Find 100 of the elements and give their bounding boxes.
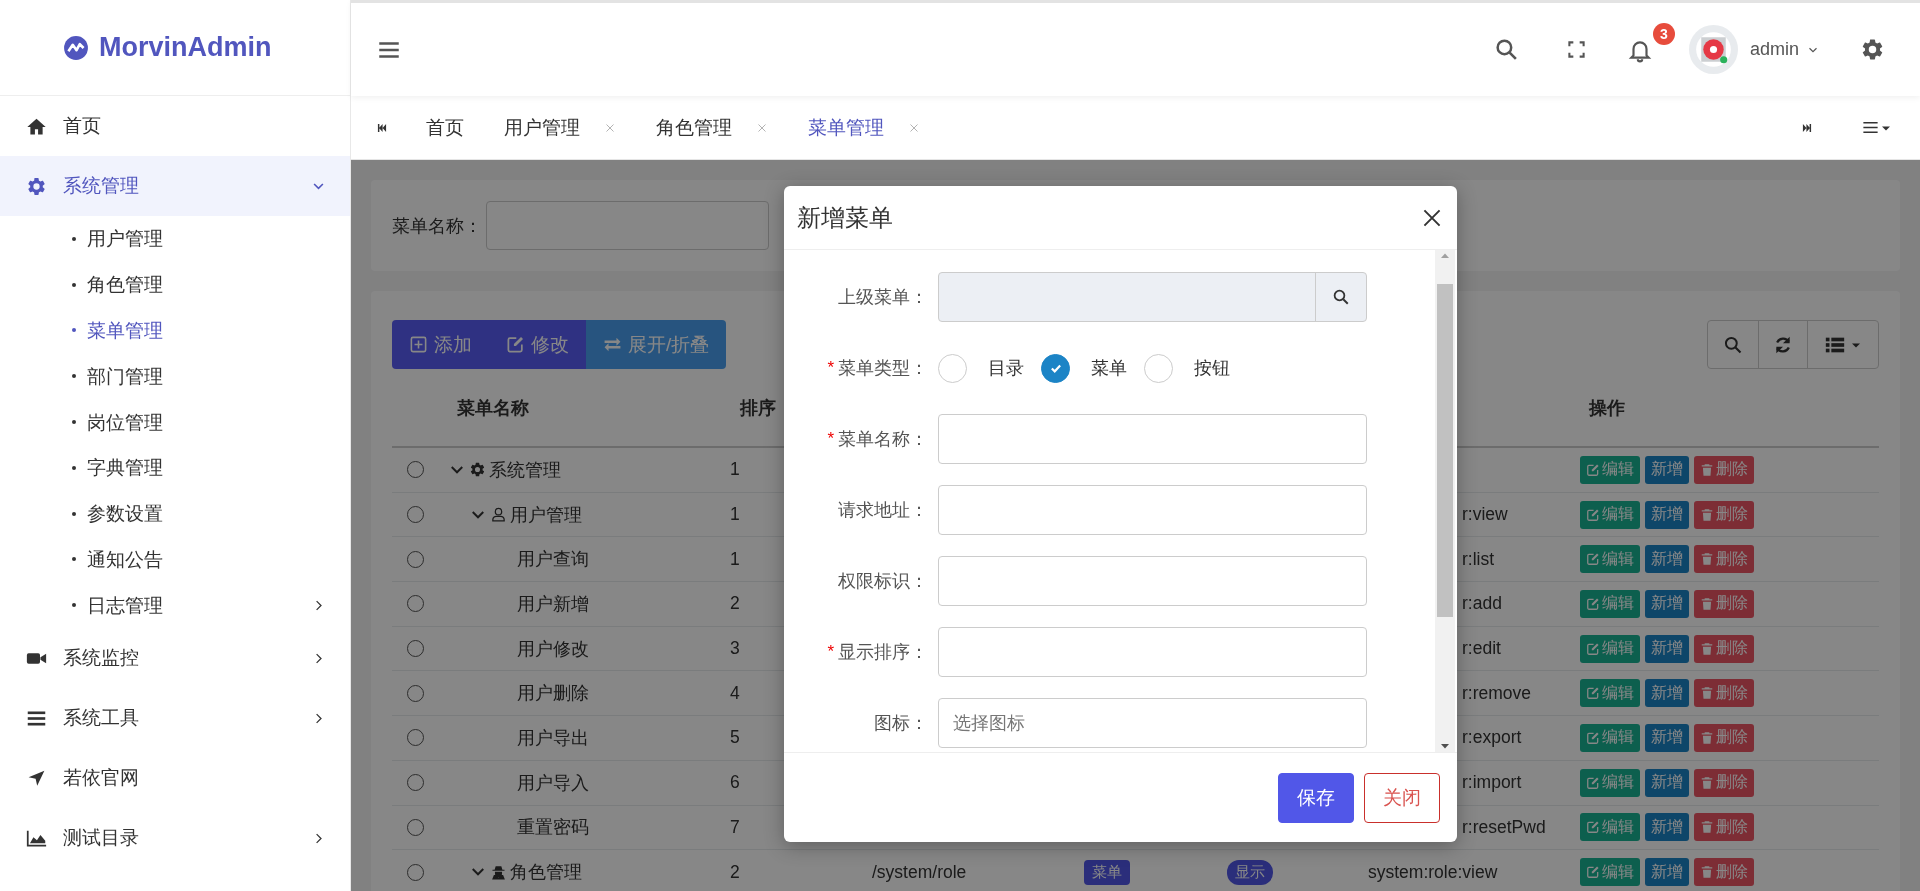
column-header: 操作: [1589, 396, 1625, 420]
add-button[interactable]: 新增: [1645, 589, 1689, 618]
add-button[interactable]: 新增: [1645, 858, 1689, 887]
delete-button[interactable]: 删除: [1694, 813, 1754, 842]
scrollbar[interactable]: [1435, 250, 1455, 752]
trash-icon: [1700, 507, 1714, 522]
delete-button[interactable]: 删除: [1694, 545, 1754, 574]
sidebar-subitem[interactable]: 日志管理: [0, 582, 350, 629]
sidebar-item[interactable]: 系统工具: [0, 688, 350, 749]
table-cell: r:list: [1462, 548, 1495, 570]
radio-button[interactable]: [407, 550, 424, 568]
app-title: MorvinAdmin: [99, 32, 272, 63]
radio-button[interactable]: [407, 774, 424, 792]
logo-icon: [63, 34, 89, 61]
sidebar-item[interactable]: 若依官网: [0, 748, 350, 809]
delete-button[interactable]: 删除: [1694, 723, 1754, 752]
gear-icon: [26, 175, 47, 197]
edit-button[interactable]: 编辑: [1580, 455, 1640, 484]
user-name[interactable]: admin: [1749, 39, 1799, 60]
table-cell: r:export: [1462, 727, 1522, 749]
sidebar-subitem[interactable]: 用户管理: [0, 216, 350, 262]
page-tab[interactable]: 首页: [406, 95, 484, 160]
add-button[interactable]: 新增: [1645, 768, 1689, 797]
sidebar-subitem[interactable]: 角色管理: [0, 261, 350, 308]
sidebar-subitem[interactable]: 菜单管理: [0, 307, 350, 354]
table-cell: r:resetPwd: [1462, 816, 1546, 838]
fullscreen-icon[interactable]: [1566, 40, 1586, 59]
sidebar-item[interactable]: 系统管理: [0, 156, 350, 216]
delete-button[interactable]: 删除: [1694, 679, 1754, 708]
page-tab[interactable]: 用户管理: [484, 95, 636, 160]
table-cell: 7: [730, 816, 740, 838]
search-icon: [1723, 334, 1743, 355]
sidebar-subitem[interactable]: 字典管理: [0, 445, 350, 491]
parent-menu-field[interactable]: [938, 272, 1367, 322]
table-cell: r:import: [1462, 772, 1522, 794]
sidebar-item[interactable]: 测试目录: [0, 808, 350, 869]
sidebar-item[interactable]: 系统监控: [0, 628, 350, 689]
delete-button[interactable]: 删除: [1694, 500, 1754, 529]
radio-button[interactable]: [407, 595, 424, 613]
sidebar-subitem[interactable]: 参数设置: [0, 490, 350, 537]
table-cell: 2: [730, 593, 740, 615]
edit-button[interactable]: 编辑: [1580, 813, 1640, 842]
edit-button[interactable]: 编辑: [1580, 679, 1640, 708]
close-button[interactable]: 关闭: [1364, 772, 1440, 823]
radio-button[interactable]: [407, 461, 424, 479]
page-tab[interactable]: 角色管理: [636, 95, 788, 160]
radio-button[interactable]: [407, 506, 424, 524]
input-field[interactable]: 选择图标: [938, 698, 1367, 748]
add-button[interactable]: 新增: [1645, 723, 1689, 752]
edit-button[interactable]: 编辑: [1580, 589, 1640, 618]
settings-icon[interactable]: [1860, 37, 1885, 62]
search-icon[interactable]: [1493, 37, 1519, 62]
table-cell: r:add: [1462, 593, 1502, 615]
sidebar-subitem[interactable]: 岗位管理: [0, 399, 350, 445]
radio-button[interactable]: [1041, 353, 1070, 383]
add-button[interactable]: 新增: [1645, 679, 1689, 708]
radio-button[interactable]: [407, 640, 424, 658]
edit-button[interactable]: 编辑: [1580, 723, 1640, 752]
bullet-dot: [72, 282, 76, 287]
column-header: 排序: [740, 396, 776, 420]
add-button[interactable]: 新增: [1645, 500, 1689, 529]
edit-button[interactable]: 编辑: [1580, 634, 1640, 663]
radio-button[interactable]: [407, 729, 424, 747]
delete-button[interactable]: 删除: [1694, 768, 1754, 797]
save-button[interactable]: 保存: [1278, 772, 1354, 823]
trash-icon: [1700, 775, 1714, 790]
page-tab[interactable]: 菜单管理: [788, 95, 940, 160]
input-field[interactable]: [938, 556, 1367, 606]
sidebar-item[interactable]: 首页: [0, 96, 350, 156]
radio-button[interactable]: [407, 684, 424, 702]
plus-square-icon: [409, 335, 428, 354]
add-button[interactable]: 新增: [1645, 545, 1689, 574]
bullet-dot: [72, 465, 76, 470]
add-button[interactable]: 新增: [1645, 634, 1689, 663]
edit-icon: [506, 335, 525, 354]
edit-button[interactable]: 编辑: [1580, 500, 1640, 529]
add-button[interactable]: 添加: [392, 320, 489, 369]
expand-collapse-button[interactable]: 展开/折叠: [586, 320, 727, 369]
delete-button[interactable]: 删除: [1694, 858, 1754, 887]
input-field[interactable]: [938, 627, 1367, 677]
delete-button[interactable]: 删除: [1694, 455, 1754, 484]
delete-button[interactable]: 删除: [1694, 634, 1754, 663]
trash-icon: [1700, 596, 1714, 611]
table-cell-text: 角色管理: [510, 861, 582, 885]
input-field[interactable]: [938, 414, 1367, 464]
sidebar-subitem[interactable]: 通知公告: [0, 536, 350, 583]
radio-button[interactable]: [407, 818, 424, 836]
edit-button[interactable]: 编辑: [1580, 858, 1640, 887]
input-field[interactable]: [938, 485, 1367, 535]
delete-button[interactable]: 删除: [1694, 589, 1754, 618]
radio-button[interactable]: [407, 863, 424, 881]
sidebar-subitem[interactable]: 部门管理: [0, 353, 350, 400]
add-button[interactable]: 新增: [1645, 813, 1689, 842]
edit-button[interactable]: 修改: [489, 320, 586, 369]
search-icon[interactable]: [1332, 288, 1350, 306]
search-field[interactable]: [486, 201, 769, 250]
edit-button[interactable]: 编辑: [1580, 545, 1640, 574]
add-button[interactable]: 新增: [1645, 455, 1689, 484]
trash-icon: [1700, 641, 1714, 656]
edit-button[interactable]: 编辑: [1580, 768, 1640, 797]
